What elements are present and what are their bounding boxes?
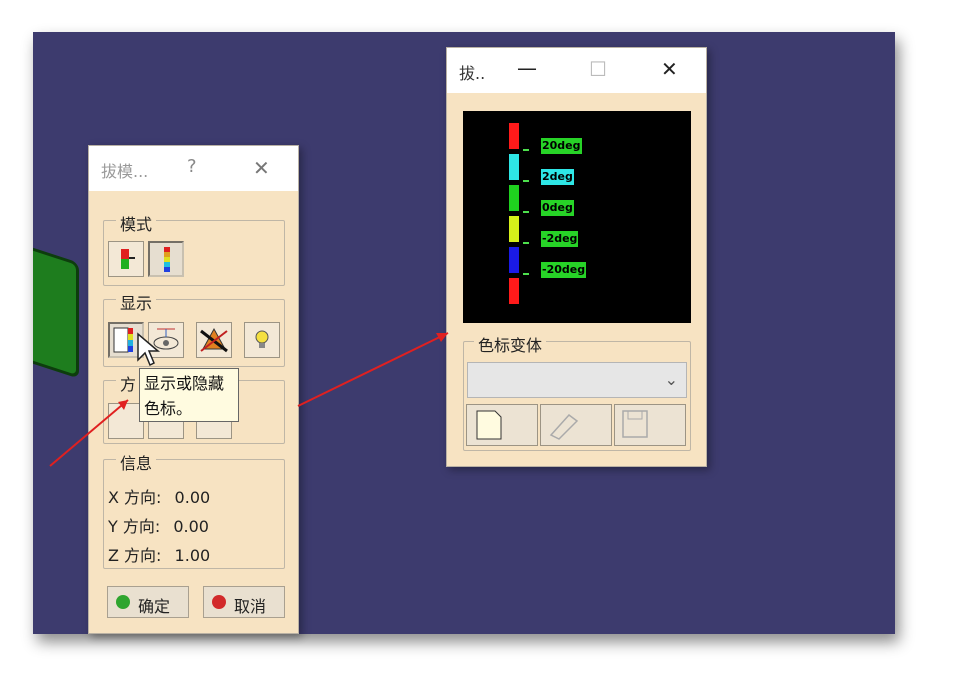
arrow-to-scale bbox=[297, 332, 449, 407]
annotation-arrows bbox=[49, 332, 449, 467]
arrow-to-button bbox=[49, 399, 129, 467]
